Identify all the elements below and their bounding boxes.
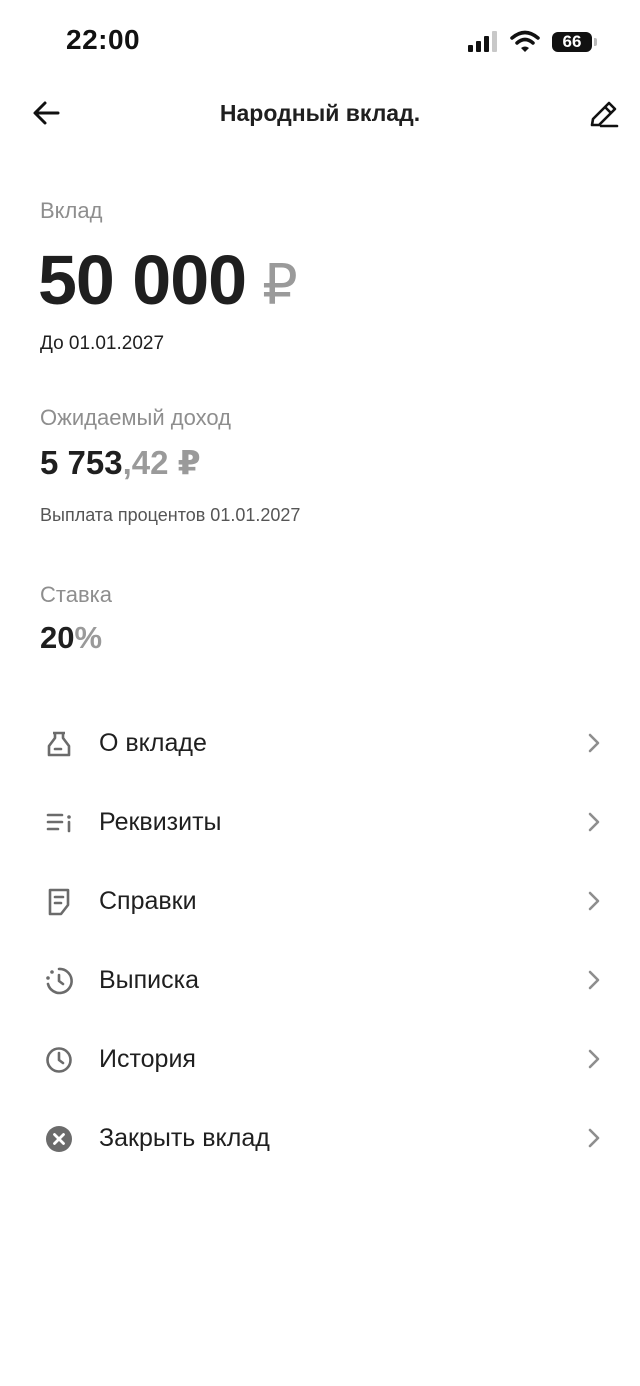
income-amount: 5 753,42 ₽ bbox=[40, 443, 201, 482]
status-time: 22:00 bbox=[66, 24, 141, 55]
chevron-right-icon bbox=[588, 970, 600, 990]
payout-date: Выплата процентов 01.01.2027 bbox=[40, 505, 301, 525]
close-circle-icon bbox=[46, 1126, 72, 1152]
menu-item-requisites[interactable]: Реквизиты bbox=[0, 784, 640, 863]
battery-icon: 66 bbox=[552, 32, 592, 52]
income-label: Ожидаемый доход bbox=[40, 405, 231, 430]
battery-tip bbox=[594, 38, 597, 46]
chevron-right-icon bbox=[588, 1049, 600, 1069]
signal-icon bbox=[468, 31, 497, 52]
details-list-icon bbox=[46, 813, 71, 833]
income-amount-frac: ,42 ₽ bbox=[122, 444, 201, 481]
pencil-icon bbox=[590, 101, 619, 128]
menu-item-label: История bbox=[99, 1045, 196, 1073]
deposit-label: Вклад bbox=[40, 198, 103, 223]
rate-number: 20 bbox=[40, 620, 75, 655]
menu-item-label: Реквизиты bbox=[99, 808, 222, 836]
menu-item-label: О вкладе bbox=[99, 729, 207, 757]
rate-label: Ставка bbox=[40, 582, 112, 607]
status-icons: 66 bbox=[464, 28, 604, 58]
wifi-icon bbox=[510, 30, 540, 52]
chevron-right-icon bbox=[588, 891, 600, 911]
deposit-menu: О вкладе Реквизиты Справки Выписка Истор… bbox=[0, 705, 640, 1179]
chevron-right-icon bbox=[588, 812, 600, 832]
jar-icon bbox=[47, 731, 71, 757]
deposit-currency: ₽ bbox=[262, 253, 298, 316]
chevron-right-icon bbox=[588, 1128, 600, 1148]
statement-clock-icon bbox=[46, 967, 73, 995]
menu-item-certificates[interactable]: Справки bbox=[0, 863, 640, 942]
income-amount-int: 5 753 bbox=[40, 444, 123, 481]
menu-item-about[interactable]: О вкладе bbox=[0, 705, 640, 784]
menu-item-label: Справки bbox=[99, 887, 197, 915]
clock-icon bbox=[46, 1047, 72, 1073]
deposit-amount-value: 50 000 bbox=[38, 241, 247, 319]
menu-item-statement[interactable]: Выписка bbox=[0, 942, 640, 1021]
menu-item-label: Закрыть вклад bbox=[99, 1124, 270, 1152]
deposit-until-date: До 01.01.2027 bbox=[40, 333, 165, 354]
edit-button[interactable] bbox=[586, 97, 622, 133]
chevron-right-icon bbox=[588, 733, 600, 753]
page-title: Народный вклад. bbox=[219, 100, 421, 126]
rate-unit: % bbox=[74, 620, 103, 655]
rate-value: 20% bbox=[40, 620, 102, 656]
menu-item-history[interactable]: История bbox=[0, 1021, 640, 1100]
deposit-amount: 50 000 ₽ bbox=[38, 240, 298, 320]
menu-item-label: Выписка bbox=[99, 966, 200, 994]
menu-item-close-deposit[interactable]: Закрыть вклад bbox=[0, 1100, 640, 1179]
document-icon bbox=[48, 888, 70, 916]
